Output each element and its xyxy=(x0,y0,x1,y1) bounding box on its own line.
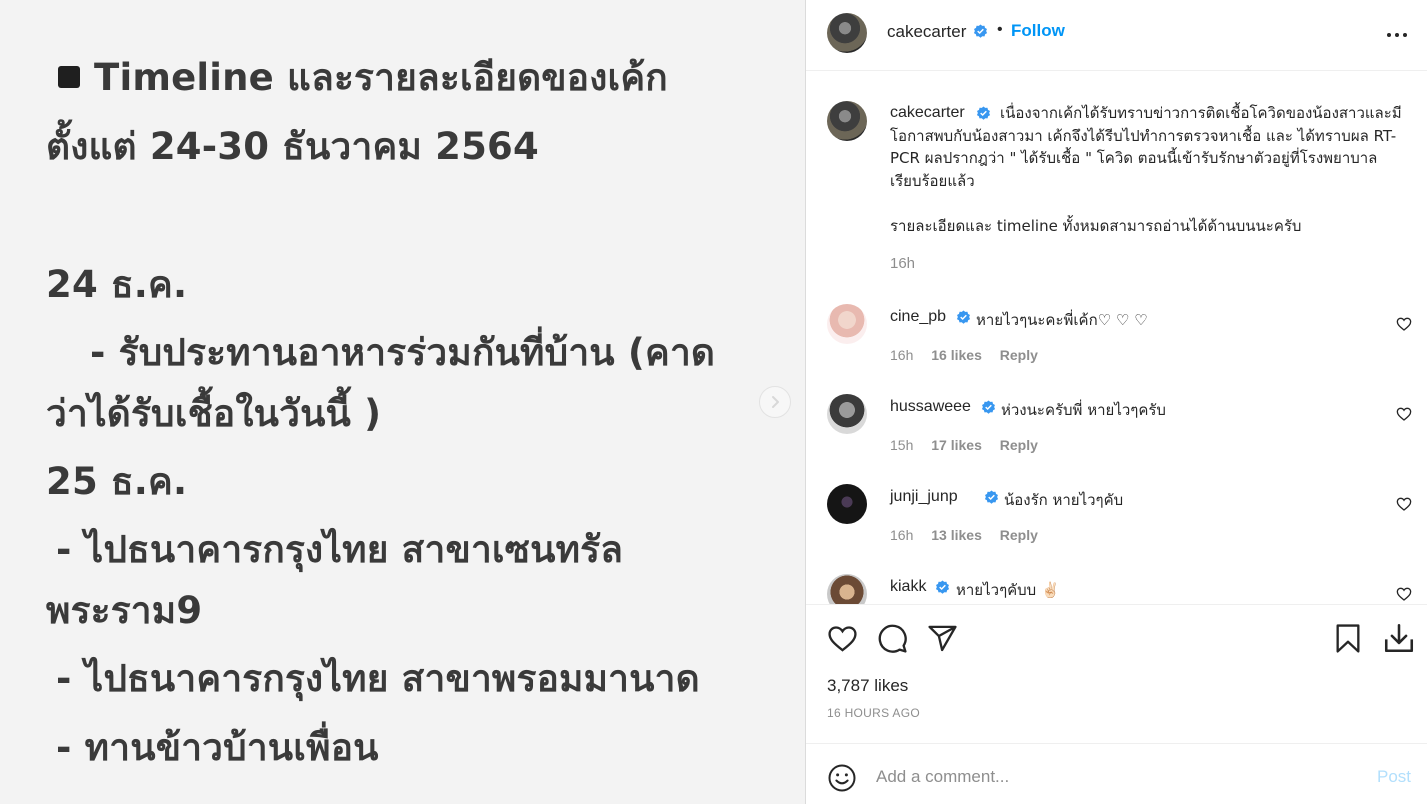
comment-likes[interactable]: 17 likes xyxy=(931,437,982,453)
comment-likes[interactable]: 16 likes xyxy=(931,347,982,363)
image-day2-item3: - ทานข้าวบ้านเพื่อน xyxy=(56,726,379,769)
post-header: cakecarter • Follow xyxy=(806,0,1427,71)
verified-icon xyxy=(976,106,991,120)
image-day-24: 24 ธ.ค. xyxy=(46,263,188,306)
comment-meta: 15h 17 likes Reply xyxy=(890,437,1052,453)
comment-likes[interactable]: 13 likes xyxy=(931,527,982,543)
caption-block: เนื่องจากเค้กได้รับทราบข่าวการติดเชื้อโค… xyxy=(890,102,1410,192)
comment-username[interactable]: cine_pb xyxy=(890,308,946,326)
list-item: junji_junp น้องรัก หายไวๆคับ 16h 13 like… xyxy=(806,484,1427,564)
comments-list[interactable]: เนื่องจากเค้กได้รับทราบข่าวการติดเชื้อโค… xyxy=(806,72,1427,604)
verified-icon xyxy=(935,580,950,594)
square-bullet-icon xyxy=(58,66,80,88)
add-comment-row: Post xyxy=(806,743,1427,804)
comment-text: หายไวๆคับบ ✌🏻 xyxy=(956,581,1060,599)
comment-meta: 16h 13 likes Reply xyxy=(890,527,1052,543)
image-day1-item1a: - รับประทานอาหารร่วมกันที่บ้าน (คาด xyxy=(90,331,716,374)
caption-text-2: รายละเอียดและ timeline ทั้งหมดสามารถอ่าน… xyxy=(890,217,1302,235)
comment-input[interactable] xyxy=(876,764,1346,790)
image-day-25: 25 ธ.ค. xyxy=(46,460,188,503)
list-item: hussaweee ห่วงนะครับพี่ หายไวๆครับ 15h 1… xyxy=(806,394,1427,474)
list-item: kiakk หายไวๆคับบ ✌🏻 xyxy=(806,574,1427,604)
image-day2-item2: - ไปธนาคารกรุงไทย สาขาพรอมมานาด xyxy=(56,657,700,700)
comment-text: หายไวๆนะคะพี่เค้ก♡ ♡ ♡ xyxy=(976,311,1148,329)
caption-time: 16h xyxy=(890,255,916,272)
caption-text: เนื่องจากเค้กได้รับทราบข่าวการติดเชื้อโค… xyxy=(890,104,1402,190)
heart-icon[interactable] xyxy=(827,623,858,654)
download-icon[interactable] xyxy=(1382,621,1416,655)
header-username[interactable]: cakecarter xyxy=(887,22,966,42)
follow-button[interactable]: Follow xyxy=(1011,21,1065,41)
comment-text: ห่วงนะครับพี่ หายไวๆครับ xyxy=(1001,401,1166,419)
reply-button[interactable]: Reply xyxy=(1000,347,1038,363)
share-icon[interactable] xyxy=(927,623,958,654)
heart-icon[interactable] xyxy=(1396,496,1412,512)
verified-icon xyxy=(973,24,988,38)
post-actions: 3,787 likes 16 HOURS AGO Post xyxy=(806,604,1427,804)
reply-button[interactable]: Reply xyxy=(1000,437,1038,453)
caption-username[interactable]: cakecarter xyxy=(890,104,965,122)
separator-dot: • xyxy=(997,21,1003,38)
image-title-text: Timeline และรายละเอียดของเค้ก xyxy=(94,56,668,99)
image-title-line2: ตั้งแต่ 24-30 ธันวาคม 2564 xyxy=(46,125,539,168)
likes-count[interactable]: 3,787 likes xyxy=(827,676,908,696)
comment-time: 16h xyxy=(890,347,914,363)
avatar[interactable] xyxy=(827,304,867,344)
heart-icon[interactable] xyxy=(1396,406,1412,422)
comment-icon[interactable] xyxy=(877,623,908,654)
bookmark-icon[interactable] xyxy=(1334,623,1362,654)
post-sidebar: cakecarter • Follow เนื่องจากเค้กได้รับท… xyxy=(805,0,1427,804)
more-icon[interactable] xyxy=(1384,24,1410,46)
avatar[interactable] xyxy=(827,574,867,604)
image-day2-item1a: - ไปธนาคารกรุงไทย สาขาเซนทรัล xyxy=(56,528,624,571)
comment-time: 16h xyxy=(890,527,914,543)
avatar[interactable] xyxy=(827,13,867,53)
reply-button[interactable]: Reply xyxy=(1000,527,1038,543)
next-image-button[interactable] xyxy=(759,386,791,418)
comment-username[interactable]: kiakk xyxy=(890,578,926,596)
comment-username[interactable]: junji_junp xyxy=(890,488,958,506)
comment-text: น้องรัก หายไวๆคับ xyxy=(1004,491,1124,509)
post-image: Timeline และรายละเอียดของเค้ก ตั้งแต่ 24… xyxy=(0,0,805,804)
avatar[interactable] xyxy=(827,394,867,434)
emoji-icon[interactable] xyxy=(827,763,857,793)
heart-icon[interactable] xyxy=(1396,316,1412,332)
chevron-right-icon xyxy=(772,396,779,408)
verified-icon xyxy=(981,400,996,414)
comment-meta: 16h 16 likes Reply xyxy=(890,347,1052,363)
verified-icon xyxy=(956,310,971,324)
heart-icon[interactable] xyxy=(1396,586,1412,602)
avatar[interactable] xyxy=(827,484,867,524)
post-time: 16 HOURS AGO xyxy=(827,706,920,720)
image-title-line1: Timeline และรายละเอียดของเค้ก xyxy=(58,48,668,107)
image-day2-item1b: พระราม9 xyxy=(46,589,203,632)
list-item: cine_pb หายไวๆนะคะพี่เค้ก♡ ♡ ♡ 16h 16 li… xyxy=(806,304,1427,384)
comment-username[interactable]: hussaweee xyxy=(890,398,971,416)
post-button[interactable]: Post xyxy=(1377,767,1411,787)
avatar[interactable] xyxy=(827,101,867,141)
image-day1-item1b: ว่าได้รับเชื้อในวันนี้ ) xyxy=(46,392,382,435)
comment-time: 15h xyxy=(890,437,914,453)
verified-icon xyxy=(984,490,999,504)
